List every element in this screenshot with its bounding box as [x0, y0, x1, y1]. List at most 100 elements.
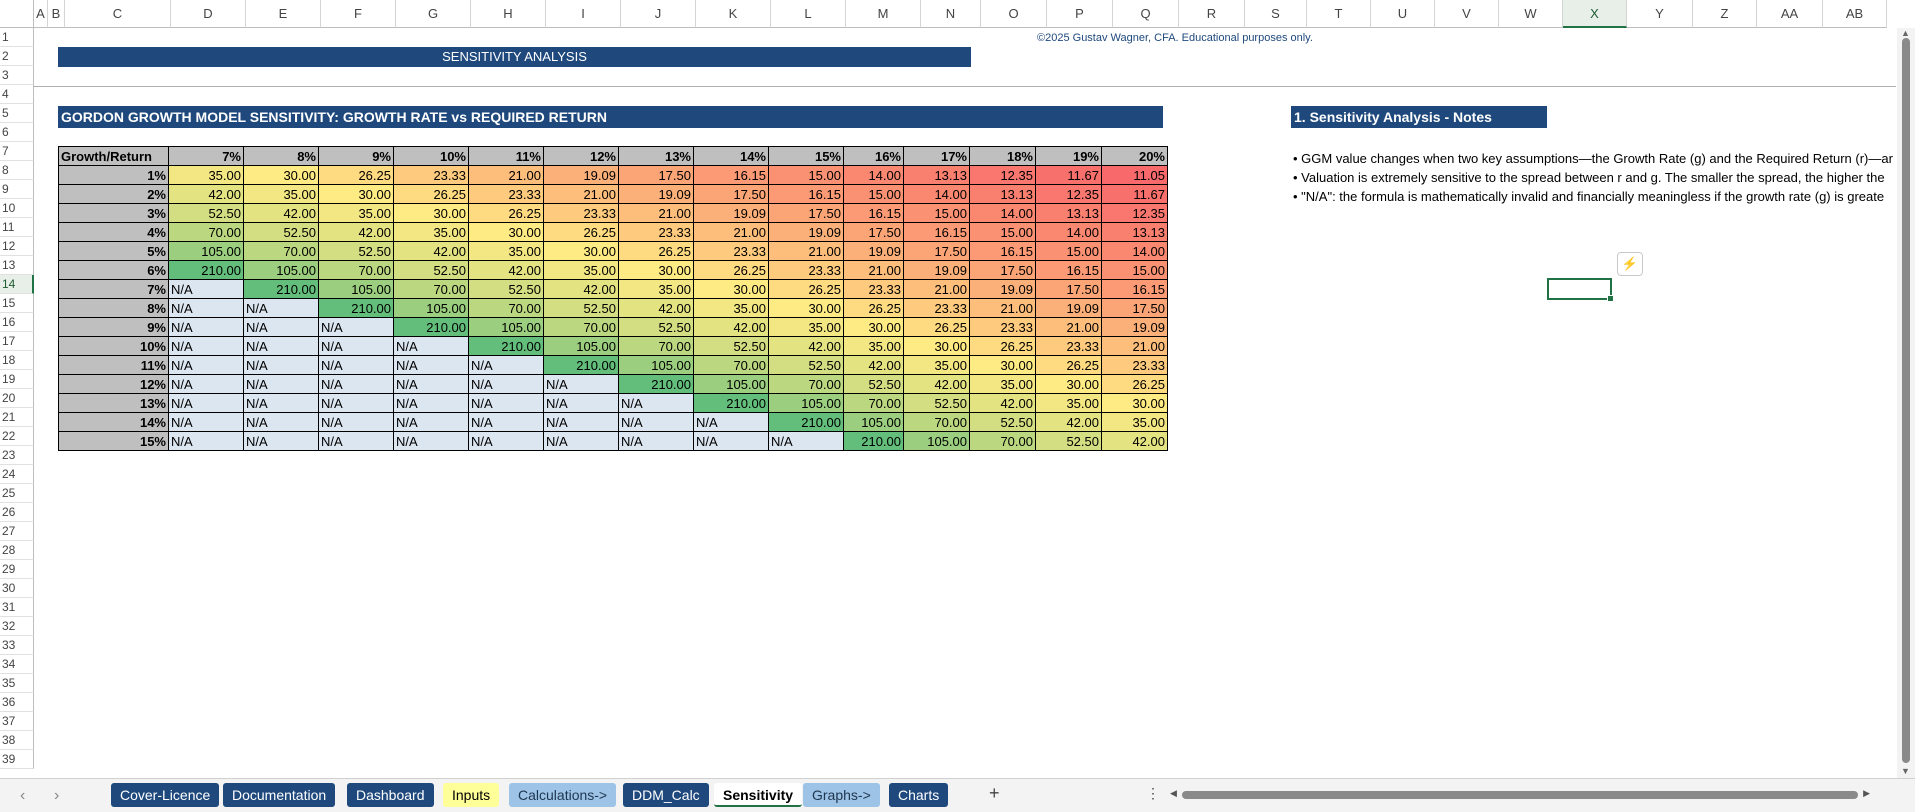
row-header[interactable]: 19: [0, 370, 34, 389]
row-header[interactable]: 9: [0, 180, 34, 199]
table-cell[interactable]: N/A: [468, 412, 544, 432]
row-header[interactable]: 31: [0, 598, 34, 617]
sheet-tab[interactable]: Documentation: [223, 783, 336, 807]
row-header[interactable]: 22: [0, 427, 34, 446]
row-header[interactable]: 30: [0, 579, 34, 598]
table-cell[interactable]: 26.25: [1035, 355, 1102, 375]
table-cell[interactable]: 35.00: [393, 222, 469, 242]
table-cell[interactable]: 26.25: [903, 317, 970, 337]
table-cell[interactable]: N/A: [618, 393, 694, 413]
table-cell[interactable]: 42.00: [903, 374, 970, 394]
column-header[interactable]: Z: [1693, 0, 1757, 28]
table-cell[interactable]: 42.00: [318, 222, 394, 242]
table-cell[interactable]: 105.00: [318, 279, 394, 299]
table-cell[interactable]: 35.00: [969, 374, 1036, 394]
table-cell[interactable]: 210.00: [318, 298, 394, 318]
table-cell[interactable]: N/A: [243, 374, 319, 394]
row-header[interactable]: 10: [0, 199, 34, 218]
table-cell[interactable]: N/A: [543, 374, 619, 394]
table-cell[interactable]: 23.33: [1101, 355, 1168, 375]
column-header[interactable]: F: [321, 0, 396, 28]
table-cell[interactable]: N/A: [318, 412, 394, 432]
table-cell[interactable]: 17.50: [843, 222, 904, 242]
table-cell[interactable]: 210.00: [693, 393, 769, 413]
sensitivity-table[interactable]: Growth/Return 7% 8% 9% 10% 11% 12% 13% 14% 15% 16%…: [58, 146, 1168, 451]
table-cell[interactable]: 21.00: [618, 203, 694, 223]
chevron-left-icon[interactable]: ‹: [20, 787, 25, 805]
table-cell[interactable]: N/A: [243, 336, 319, 356]
scroll-thumb[interactable]: [1902, 38, 1910, 763]
growth-header[interactable]: 9%: [58, 317, 169, 337]
table-cell[interactable]: 210.00: [393, 317, 469, 337]
vertical-scrollbar[interactable]: ▲ ▼: [1897, 28, 1915, 778]
table-cell[interactable]: N/A: [243, 298, 319, 318]
table-cell[interactable]: 210.00: [618, 374, 694, 394]
column-header[interactable]: V: [1435, 0, 1499, 28]
table-cell[interactable]: 15.00: [969, 222, 1036, 242]
table-cell[interactable]: 70.00: [618, 336, 694, 356]
row-header[interactable]: 8: [0, 161, 34, 180]
return-header[interactable]: 9%: [318, 146, 394, 166]
table-cell[interactable]: 17.50: [1035, 279, 1102, 299]
sheet-tab[interactable]: Dashboard: [347, 783, 434, 807]
table-cell[interactable]: 21.00: [1035, 317, 1102, 337]
column-header[interactable]: N: [921, 0, 981, 28]
spreadsheet-grid[interactable]: A B C D E F G H I J K L M N O P Q R S T U V W X Y Z AA AB 123456789…: [0, 0, 1915, 812]
row-header[interactable]: 7: [0, 142, 34, 161]
return-header[interactable]: 16%: [843, 146, 904, 166]
table-cell[interactable]: 70.00: [843, 393, 904, 413]
table-cell[interactable]: 70.00: [393, 279, 469, 299]
table-cell[interactable]: 42.00: [243, 203, 319, 223]
more-options-icon[interactable]: ⋮: [1146, 785, 1160, 802]
table-cell[interactable]: 19.09: [1101, 317, 1168, 337]
table-cell[interactable]: 70.00: [243, 241, 319, 261]
table-cell[interactable]: N/A: [243, 412, 319, 432]
table-cell[interactable]: N/A: [168, 412, 244, 432]
table-cell[interactable]: 105.00: [543, 336, 619, 356]
table-cell[interactable]: 17.50: [903, 241, 970, 261]
table-cell[interactable]: 14.00: [1035, 222, 1102, 242]
row-header[interactable]: 39: [0, 750, 34, 769]
table-cell[interactable]: 30.00: [768, 298, 844, 318]
row-header[interactable]: 23: [0, 446, 34, 465]
column-header[interactable]: I: [546, 0, 621, 28]
column-header[interactable]: B: [48, 0, 65, 28]
table-cell[interactable]: 15.00: [1101, 260, 1168, 280]
table-cell[interactable]: 15.00: [903, 203, 970, 223]
return-header[interactable]: 20%: [1101, 146, 1168, 166]
table-cell[interactable]: 70.00: [768, 374, 844, 394]
chevron-right-icon[interactable]: ›: [54, 787, 59, 805]
return-header[interactable]: 19%: [1035, 146, 1102, 166]
row-header[interactable]: 33: [0, 636, 34, 655]
table-cell[interactable]: 12.35: [1035, 184, 1102, 204]
table-cell[interactable]: 105.00: [768, 393, 844, 413]
table-cell[interactable]: 23.33: [1035, 336, 1102, 356]
row-header[interactable]: 28: [0, 541, 34, 560]
table-cell[interactable]: N/A: [243, 431, 319, 451]
table-cell[interactable]: 17.50: [768, 203, 844, 223]
table-cell[interactable]: 210.00: [468, 336, 544, 356]
table-cell[interactable]: N/A: [393, 374, 469, 394]
table-cell[interactable]: 70.00: [168, 222, 244, 242]
table-cell[interactable]: 11.67: [1101, 184, 1168, 204]
table-cell[interactable]: 35.00: [543, 260, 619, 280]
table-cell[interactable]: 70.00: [969, 431, 1036, 451]
column-header[interactable]: X: [1563, 0, 1627, 28]
table-cell[interactable]: 42.00: [543, 279, 619, 299]
row-header[interactable]: 26: [0, 503, 34, 522]
growth-header[interactable]: 1%: [58, 165, 169, 185]
column-header[interactable]: W: [1499, 0, 1563, 28]
table-cell[interactable]: N/A: [168, 431, 244, 451]
table-cell[interactable]: 19.09: [543, 165, 619, 185]
growth-header[interactable]: 6%: [58, 260, 169, 280]
table-cell[interactable]: N/A: [168, 393, 244, 413]
table-cell[interactable]: 30.00: [843, 317, 904, 337]
table-cell[interactable]: 26.25: [768, 279, 844, 299]
table-cell[interactable]: 42.00: [168, 184, 244, 204]
growth-header[interactable]: 3%: [58, 203, 169, 223]
table-cell[interactable]: 21.00: [969, 298, 1036, 318]
return-header[interactable]: 17%: [903, 146, 970, 166]
table-cell[interactable]: 70.00: [468, 298, 544, 318]
column-header[interactable]: AB: [1823, 0, 1887, 28]
row-header[interactable]: 20: [0, 389, 34, 408]
